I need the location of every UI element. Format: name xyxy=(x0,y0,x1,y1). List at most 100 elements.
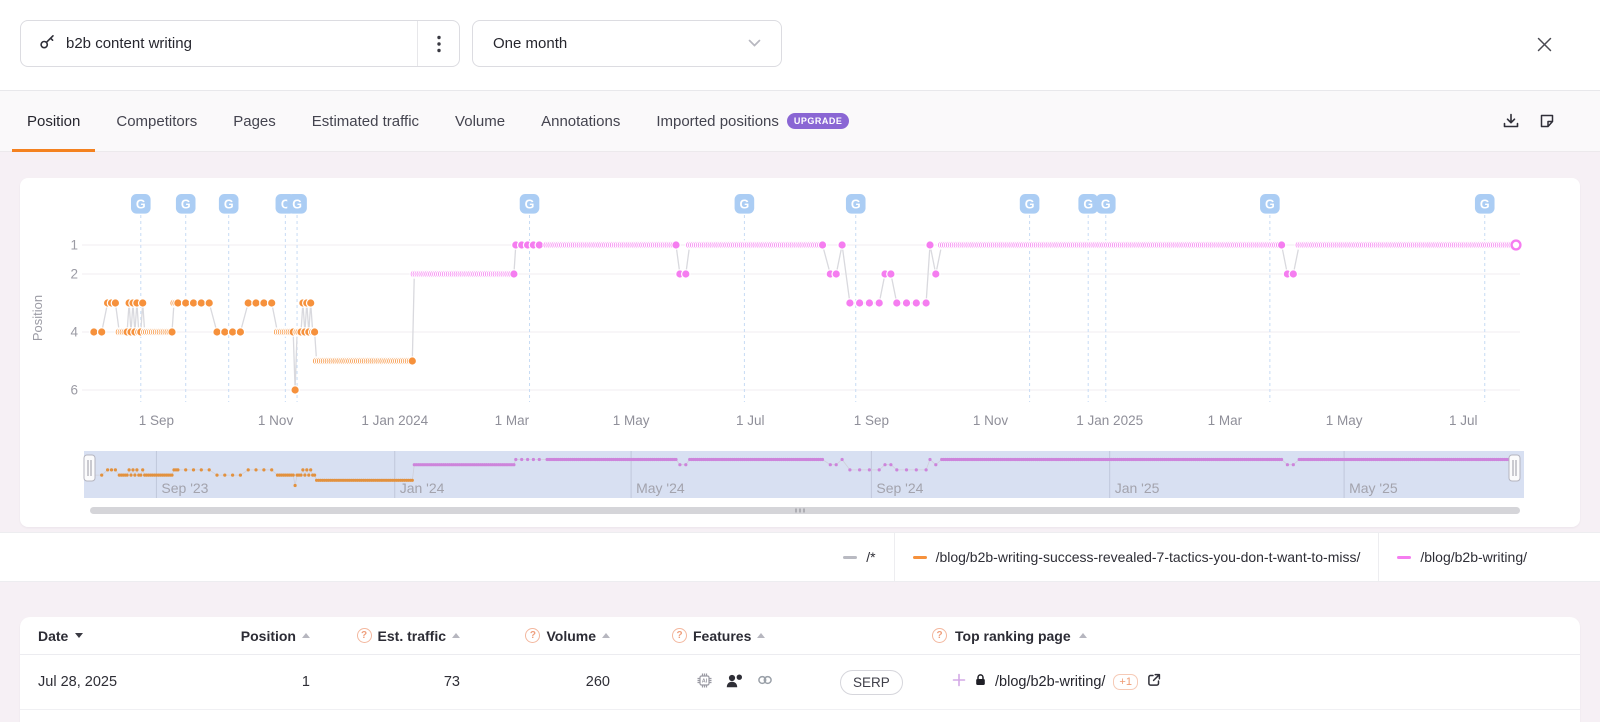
svg-text:G: G xyxy=(1101,198,1111,212)
chart-scrollbar[interactable] xyxy=(90,507,1520,514)
svg-text:G: G xyxy=(1083,198,1093,212)
link-icon[interactable] xyxy=(756,672,774,692)
table-row: Jul 28, 2025 1 73 260 AI SERP /blog/b2b-… xyxy=(20,655,1580,710)
legend-dash-pink xyxy=(1397,555,1412,559)
tab-competitors[interactable]: Competitors xyxy=(101,91,212,151)
sort-asc-icon xyxy=(602,633,610,638)
download-icon xyxy=(1503,113,1519,128)
header-date[interactable]: Date xyxy=(20,628,210,644)
svg-text:2: 2 xyxy=(70,267,78,282)
svg-text:1 Nov: 1 Nov xyxy=(973,413,1009,428)
keyword-input-main[interactable]: b2b content writing xyxy=(21,21,417,66)
svg-text:1 May: 1 May xyxy=(613,413,650,428)
legend-dash-orange xyxy=(912,555,927,559)
svg-text:1 Jul: 1 Jul xyxy=(1449,413,1478,428)
legend-item-all-pages[interactable]: /* xyxy=(825,533,893,581)
svg-text:1 Nov: 1 Nov xyxy=(258,413,294,428)
tab-volume[interactable]: Volume xyxy=(440,91,520,151)
svg-text:G: G xyxy=(525,198,535,212)
person-icon[interactable] xyxy=(725,672,744,693)
help-icon[interactable]: ? xyxy=(525,628,541,643)
svg-text:G: G xyxy=(136,198,146,212)
sort-asc-icon xyxy=(302,633,310,638)
top-page-link[interactable]: /blog/b2b-writing/ xyxy=(995,674,1105,690)
brush-handle[interactable] xyxy=(83,454,96,482)
cell-date: Jul 28, 2025 xyxy=(38,674,118,690)
svg-text:G: G xyxy=(181,198,191,212)
svg-text:1 Mar: 1 Mar xyxy=(1208,413,1243,428)
serp-button[interactable]: SERP xyxy=(840,669,903,695)
tab-annotations[interactable]: Annotations xyxy=(526,91,635,151)
ai-chip-icon[interactable]: AI xyxy=(696,672,713,693)
more-pages-badge[interactable]: +1 xyxy=(1113,674,1138,690)
tab-bar: Position Competitors Pages Estimated tra… xyxy=(0,90,1600,152)
svg-text:1 Sep: 1 Sep xyxy=(854,413,889,428)
position-history-chart[interactable]: 1 2 4 6 Position 1 Sep 1 Nov 1 Jan 2024 1 Mar 1 M… xyxy=(20,178,1580,527)
svg-text:G: G xyxy=(1480,198,1490,212)
chart-legend: /* /blog/b2b-writing-success-revealed-7-… xyxy=(0,532,1600,582)
cell-serp: SERP xyxy=(825,669,930,695)
date-range-value: One month xyxy=(493,35,568,52)
sort-asc-icon xyxy=(1078,633,1087,638)
legend-item-current-blog-url[interactable]: /blog/b2b-writing/ xyxy=(1378,533,1545,581)
tab-imported-positions[interactable]: Imported positions UPGRADE xyxy=(641,91,864,151)
header-top-ranking-page[interactable]: ? Top ranking page xyxy=(930,628,1580,644)
position-chart-card: 1 2 4 6 Position 1 Sep 1 Nov 1 Jan 2024 1 Mar 1 M… xyxy=(20,178,1580,527)
close-icon xyxy=(1537,37,1551,51)
svg-text:Sep '23: Sep '23 xyxy=(161,480,208,496)
upgrade-badge[interactable]: UPGRADE xyxy=(786,113,850,129)
tab-estimated-traffic[interactable]: Estimated traffic xyxy=(297,91,434,151)
svg-text:G: G xyxy=(851,198,861,212)
top-bar: b2b content writing One month xyxy=(0,0,1600,90)
kebab-icon xyxy=(436,35,441,52)
sort-asc-icon xyxy=(452,633,460,638)
tab-pages[interactable]: Pages xyxy=(218,91,291,151)
export-button[interactable] xyxy=(1502,112,1520,130)
svg-text:1 May: 1 May xyxy=(1326,413,1363,428)
positions-table: Date Position ? Est. traffic ? Volume ? … xyxy=(20,617,1580,722)
tab-actions xyxy=(1502,91,1556,151)
svg-text:May '25: May '25 xyxy=(1349,480,1398,496)
legend-item-old-blog-url[interactable]: /blog/b2b-writing-success-revealed-7-tac… xyxy=(893,533,1379,581)
help-icon[interactable]: ? xyxy=(932,628,947,643)
help-icon[interactable]: ? xyxy=(672,628,687,643)
header-volume[interactable]: ? Volume xyxy=(460,628,610,644)
legend-dash-gray xyxy=(843,555,858,559)
svg-text:Position: Position xyxy=(30,295,45,341)
svg-text:G: G xyxy=(292,198,302,212)
notes-button[interactable] xyxy=(1538,112,1556,130)
svg-text:AI: AI xyxy=(702,678,708,684)
sort-asc-icon xyxy=(757,633,766,638)
svg-text:G: G xyxy=(1265,198,1275,212)
external-link-icon[interactable] xyxy=(1146,672,1162,692)
header-position[interactable]: Position xyxy=(210,628,310,644)
svg-text:Jan '24: Jan '24 xyxy=(400,480,445,496)
close-button[interactable] xyxy=(1530,30,1558,58)
svg-text:Jan '25: Jan '25 xyxy=(1115,480,1160,496)
tab-position[interactable]: Position xyxy=(12,91,96,152)
keyword-menu-button[interactable] xyxy=(417,21,459,66)
date-range-select[interactable]: One month xyxy=(472,20,782,67)
svg-text:6: 6 xyxy=(70,383,78,398)
cell-features: AI xyxy=(610,672,825,693)
header-features[interactable]: ? Features xyxy=(610,628,825,644)
svg-text:G: G xyxy=(1025,198,1035,212)
note-icon xyxy=(1540,114,1554,128)
svg-text:G: G xyxy=(224,198,234,212)
svg-text:1 Jan 2025: 1 Jan 2025 xyxy=(1076,413,1143,428)
cell-position: 1 xyxy=(301,674,310,690)
cell-top-ranking-page: /blog/b2b-writing/ +1 xyxy=(930,672,1580,692)
lock-icon xyxy=(974,673,987,691)
keyword-input[interactable]: b2b content writing xyxy=(20,20,460,67)
help-icon[interactable]: ? xyxy=(356,628,372,643)
cell-volume: 260 xyxy=(585,674,610,690)
brush-handle[interactable] xyxy=(1508,454,1521,482)
svg-text:Sep '24: Sep '24 xyxy=(876,480,923,496)
plus-icon[interactable] xyxy=(952,673,966,691)
sort-desc-icon xyxy=(75,633,84,638)
svg-text:4: 4 xyxy=(70,325,78,340)
header-est-traffic[interactable]: ? Est. traffic xyxy=(310,628,460,644)
table-header-row: Date Position ? Est. traffic ? Volume ? … xyxy=(20,617,1580,655)
svg-text:May '24: May '24 xyxy=(636,480,685,496)
svg-text:1 Mar: 1 Mar xyxy=(495,413,530,428)
